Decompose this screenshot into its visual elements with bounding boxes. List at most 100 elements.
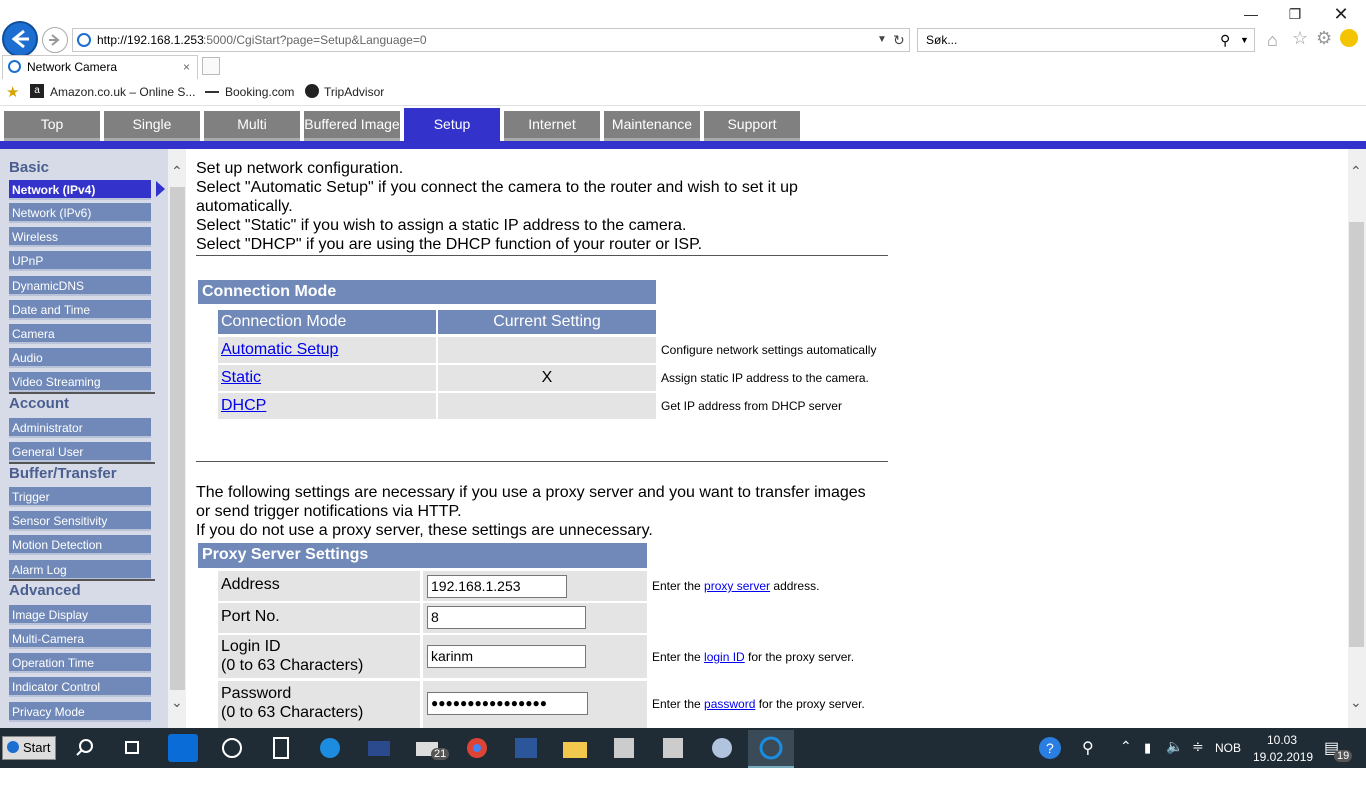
sidebar-item-alarm-log[interactable]: Alarm Log xyxy=(9,560,151,580)
task-view-icon[interactable] xyxy=(118,734,148,762)
tab-top[interactable]: Top xyxy=(4,111,100,141)
login-label: Login ID (0 to 63 Characters) xyxy=(218,635,420,678)
smiley-icon[interactable] xyxy=(1340,29,1358,47)
word-icon[interactable] xyxy=(511,734,541,762)
internet-explorer-taskbar-icon[interactable] xyxy=(748,730,794,768)
sidebar-item-wireless[interactable]: Wireless xyxy=(9,227,151,247)
wifi-icon[interactable]: ≑ xyxy=(1192,738,1204,755)
favorite-amazon[interactable]: Amazon.co.uk – Online S... xyxy=(50,85,195,99)
booking-icon xyxy=(205,91,219,93)
favorite-booking[interactable]: Booking.com xyxy=(225,85,294,99)
sidebar-item-administrator[interactable]: Administrator xyxy=(9,418,151,438)
start-button[interactable]: Start xyxy=(2,736,56,760)
proxy-port-input[interactable]: 8 xyxy=(427,606,586,629)
app-icon-1[interactable] xyxy=(609,734,639,762)
password-link[interactable]: password xyxy=(704,697,755,711)
file-explorer-icon[interactable] xyxy=(560,734,590,762)
static-link[interactable]: Static xyxy=(221,369,261,386)
sidebar-item-camera[interactable]: Camera xyxy=(9,324,151,344)
password-label-line-1: Password xyxy=(221,685,292,702)
sidebar-item-video-streaming[interactable]: Video Streaming xyxy=(9,372,151,392)
favorites-star-icon[interactable]: ★ xyxy=(6,83,19,101)
sidebar-item-date-time[interactable]: Date and Time xyxy=(9,300,151,320)
refresh-icon[interactable]: ↻ xyxy=(893,29,905,51)
dhcp-link[interactable]: DHCP xyxy=(221,397,266,414)
tab-setup[interactable]: Setup xyxy=(404,108,500,142)
star-icon[interactable]: ☆ xyxy=(1292,28,1308,49)
show-hidden-icons[interactable]: ⌃ xyxy=(1120,738,1132,755)
sidebar-item-trigger[interactable]: Trigger xyxy=(9,487,151,507)
close-window-icon[interactable]: ✕ xyxy=(1326,4,1356,24)
forward-button[interactable] xyxy=(42,27,68,53)
sidebar-item-network-ipv4[interactable]: Network (IPv4) xyxy=(9,180,151,200)
search-dropdown-icon[interactable]: ▼ xyxy=(1240,29,1249,51)
sidebar-item-upnp[interactable]: UPnP xyxy=(9,251,151,271)
tab-internet[interactable]: Internet xyxy=(504,111,600,141)
tab-network-camera[interactable]: Network Camera × xyxy=(2,55,198,79)
login-id-link[interactable]: login ID xyxy=(704,650,745,664)
clock-time[interactable]: 10.03 xyxy=(1267,733,1297,747)
calculator-icon[interactable] xyxy=(266,734,296,762)
people-icon[interactable]: ⚲ xyxy=(1082,738,1094,758)
tripadvisor-icon xyxy=(305,84,319,98)
favorite-tripadvisor[interactable]: TripAdvisor xyxy=(324,85,384,99)
dropdown-icon[interactable]: ▼ xyxy=(877,29,887,51)
edge-icon[interactable] xyxy=(315,734,345,762)
proxy-server-link[interactable]: proxy server xyxy=(704,579,770,593)
sidebar-item-operation-time[interactable]: Operation Time xyxy=(9,653,151,673)
chrome-icon[interactable] xyxy=(462,734,492,762)
new-tab-icon[interactable] xyxy=(202,57,220,75)
alarm-clock-icon[interactable] xyxy=(217,734,247,762)
browser-titlebar xyxy=(0,0,1366,28)
tab-single[interactable]: Single xyxy=(104,111,200,141)
home-icon[interactable]: ⌂ xyxy=(1267,30,1278,51)
tab-support[interactable]: Support xyxy=(704,111,800,141)
proxy-password-input[interactable]: ●●●●●●●●●●●●●●●● xyxy=(427,692,588,715)
search-input[interactable]: Søk... ⚲ ▼ xyxy=(917,28,1255,52)
sidebar-item-audio[interactable]: Audio xyxy=(9,348,151,368)
restore-icon[interactable]: ❐ xyxy=(1280,4,1310,24)
minimize-icon[interactable]: — xyxy=(1236,4,1266,24)
sidebar-item-motion-detection[interactable]: Motion Detection xyxy=(9,535,151,555)
close-tab-icon[interactable]: × xyxy=(183,56,190,78)
proxy-address-input[interactable]: 192.168.1.253 xyxy=(427,575,567,598)
sidebar-item-network-ipv6[interactable]: Network (IPv6) xyxy=(9,203,151,223)
main-scroll-down-icon[interactable]: ⌄ xyxy=(1350,694,1362,711)
sidebar-item-dynamicdns[interactable]: DynamicDNS xyxy=(9,276,151,296)
folder-glyph xyxy=(563,742,587,758)
sidebar-item-privacy-mode[interactable]: Privacy Mode xyxy=(9,702,151,722)
tab-maintenance[interactable]: Maintenance xyxy=(604,111,700,141)
main-scroll-thumb[interactable] xyxy=(1349,222,1364,647)
search-taskbar-icon[interactable] xyxy=(70,734,100,762)
main-scroll-up-icon[interactable]: ⌃ xyxy=(1350,163,1362,180)
sidebar-item-image-display[interactable]: Image Display xyxy=(9,605,151,625)
automatic-setup-link[interactable]: Automatic Setup xyxy=(221,341,338,358)
tab-buffered-image[interactable]: Buffered Image xyxy=(304,111,400,141)
tab-multi[interactable]: Multi xyxy=(204,111,300,141)
language-indicator[interactable]: NOB xyxy=(1215,741,1241,755)
scroll-down-icon[interactable]: ⌄ xyxy=(171,694,183,711)
battery-icon[interactable]: ▮ xyxy=(1144,740,1151,756)
ie-icon xyxy=(8,60,21,73)
search-icon[interactable]: ⚲ xyxy=(1220,29,1230,51)
sidebar-item-indicator-control[interactable]: Indicator Control xyxy=(9,677,151,697)
sidebar-item-multi-camera[interactable]: Multi-Camera xyxy=(9,629,151,649)
dropbox-icon[interactable] xyxy=(168,734,198,762)
scroll-up-icon[interactable]: ⌃ xyxy=(171,163,183,180)
volume-icon[interactable]: 🔈 xyxy=(1166,738,1183,755)
video-app-icon[interactable] xyxy=(364,734,394,762)
gear-icon[interactable]: ⚙ xyxy=(1316,28,1332,49)
app-glyph xyxy=(614,738,634,758)
proxy-login-input[interactable]: karinm xyxy=(427,645,586,668)
sidebar-scroll-thumb[interactable] xyxy=(170,187,185,690)
sidebar-item-general-user[interactable]: General User xyxy=(9,442,151,462)
sidebar-item-sensor-sensitivity[interactable]: Sensor Sensitivity xyxy=(9,511,151,531)
address-bar[interactable]: http://192.168.1.253 :5000/CgiStart?page… xyxy=(72,28,910,52)
paint-icon[interactable] xyxy=(707,734,737,762)
connection-mode-col-header: Connection Mode xyxy=(218,310,436,334)
back-button[interactable] xyxy=(2,21,38,57)
help-icon[interactable]: ? xyxy=(1036,734,1066,762)
divider xyxy=(196,461,888,462)
app-icon-2[interactable] xyxy=(658,734,688,762)
clock-date[interactable]: 19.02.2019 xyxy=(1253,750,1313,764)
